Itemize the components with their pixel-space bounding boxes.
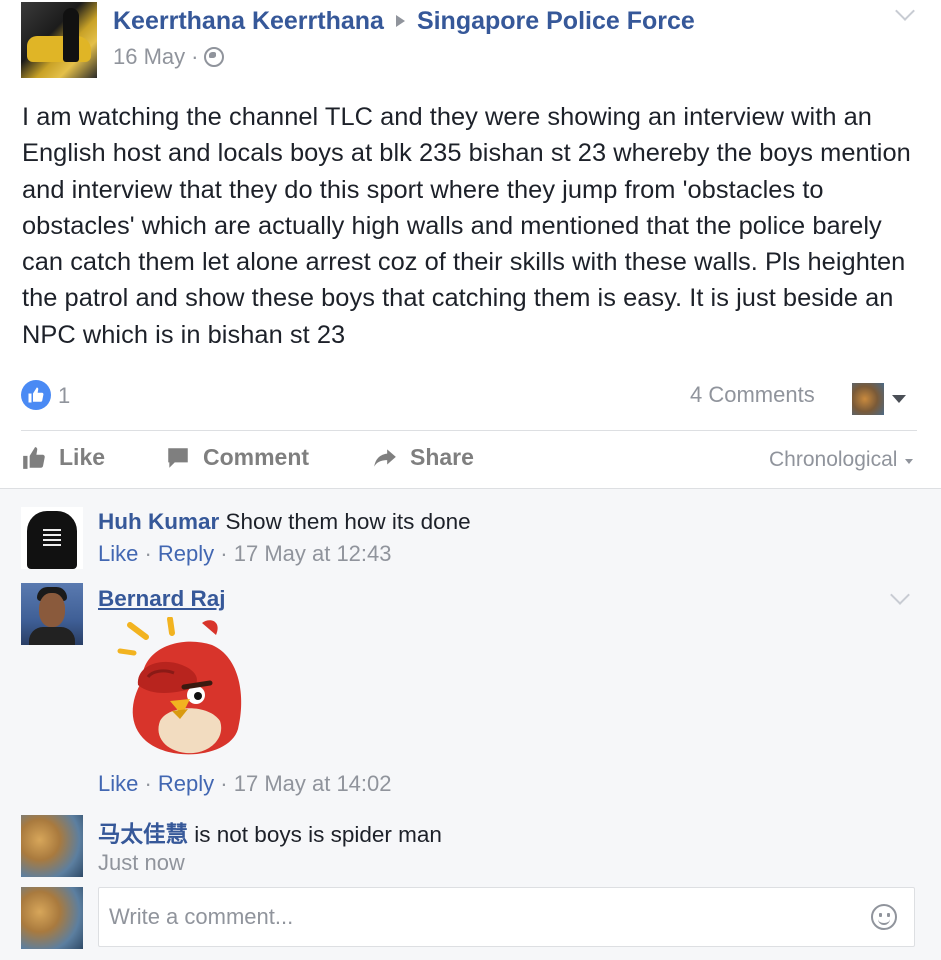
comment-composer[interactable] [98,887,915,947]
globe-icon[interactable] [204,47,225,67]
avatar[interactable] [21,815,83,877]
post-body-text: I am watching the channel TLC and they w… [22,103,911,349]
share-button-label: Share [410,444,474,470]
comment: 马太佳慧 is not boys is spider man [98,817,442,849]
comment-timestamp[interactable]: 17 May at 12:43 [234,541,392,566]
comment-options-chevron-icon[interactable] [890,585,910,605]
commenter-name[interactable]: Bernard Raj [98,586,226,612]
caret-down-icon[interactable] [892,395,906,403]
comment-text: is not boys is spider man [194,822,442,847]
comment-meta: Like · Reply · 17 May at 14:02 [98,771,392,796]
comment-like-link[interactable]: Like [98,541,138,566]
commenter-name[interactable]: Huh Kumar [98,509,219,534]
author-name[interactable]: Keerrthana Keerrthana [113,7,384,35]
comment-button-label: Comment [203,444,310,470]
author-avatar[interactable] [21,2,97,78]
avatar[interactable] [21,583,83,645]
avatar-car-shape [27,36,91,62]
meta-separator: · [191,44,199,69]
comment: Huh Kumar Show them how its done [98,509,471,535]
avatar-person-shape [63,8,79,62]
avatar-body-shape [29,627,75,645]
comment-like-link[interactable]: Like [98,771,138,796]
like-button[interactable]: Like [21,444,105,471]
angry-bird-facepalm-sticker [117,617,242,755]
avatar[interactable] [21,507,83,569]
divider [21,430,917,431]
comment-timestamp[interactable]: 17 May at 14:02 [234,771,392,796]
comment-timestamp[interactable]: Just now [98,850,185,876]
commenter-name[interactable]: 马太佳慧 [98,822,188,847]
thumbs-up-icon [28,387,44,403]
share-button[interactable]: Share [372,444,474,471]
comment-button[interactable]: Comment [165,444,309,471]
avatar-face-shape [39,593,65,627]
sort-dropdown-label: Chronological [769,448,898,471]
like-count[interactable]: 1 [58,383,70,409]
speech-bubble-icon [168,447,188,468]
post-options-chevron-icon[interactable] [895,1,915,21]
comments-section: Huh Kumar Show them how its done Like · … [0,488,941,960]
comment-text: Show them how its done [225,509,471,534]
caret-down-icon [905,458,914,464]
post-card: Keerrthana Keerrthana Singapore Police Fo… [0,0,941,488]
comments-count-link[interactable]: 4 Comments [690,382,815,408]
post-date[interactable]: 16 May [113,44,185,70]
comment-reply-link[interactable]: Reply [158,771,214,796]
avatar-print-shape [43,529,61,547]
sort-dropdown[interactable]: Chronological [769,448,914,472]
arrow-right-icon [395,14,405,27]
post-header: Keerrthana Keerrthana Singapore Police Fo… [113,7,695,36]
smiley-icon[interactable] [871,904,897,930]
like-button-label: Like [59,444,106,470]
comment-reply-link[interactable]: Reply [158,541,214,566]
like-reaction-icon[interactable] [21,380,51,410]
comment-input[interactable] [109,900,849,934]
post-meta: 16 May · [113,44,225,70]
share-arrow-icon [374,448,396,467]
target-page-name[interactable]: Singapore Police Force [417,7,695,35]
commenter-as-avatar[interactable] [852,383,884,415]
thumbs-up-icon [23,446,45,469]
comment-meta: Like · Reply · 17 May at 12:43 [98,541,392,566]
current-user-avatar[interactable] [21,887,83,949]
